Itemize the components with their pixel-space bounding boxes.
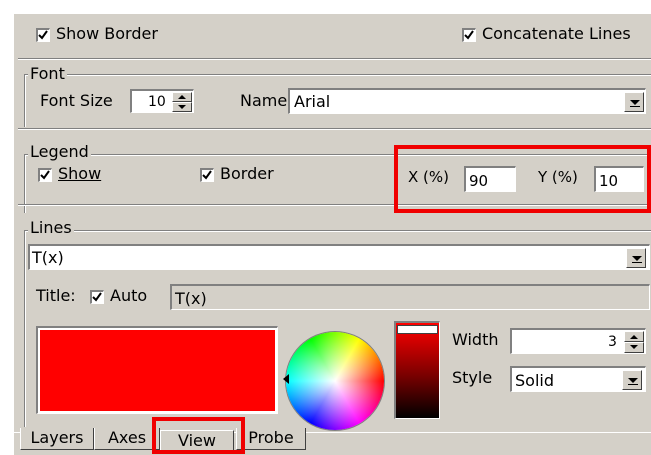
tab-layers-label: Layers xyxy=(30,428,84,447)
legend-show-checkbox[interactable] xyxy=(38,168,52,182)
tab-axes-label: Axes xyxy=(107,428,147,447)
line-style-dropdown-button[interactable] xyxy=(622,370,642,390)
show-border-checkbox[interactable] xyxy=(36,28,50,42)
color-wheel[interactable] xyxy=(283,332,384,430)
legend-border-checkbox[interactable] xyxy=(200,168,214,182)
line-select-dropdown-button[interactable] xyxy=(626,248,646,268)
line-title-input[interactable]: T(x) xyxy=(170,284,650,310)
highlight-legend-position xyxy=(394,145,651,213)
view-settings-panel: Show Border Concatenate Lines Font Font … xyxy=(0,0,651,455)
show-border-label: Show Border xyxy=(56,24,158,43)
concatenate-lines-label: Concatenate Lines xyxy=(482,24,631,43)
line-width-label: Width xyxy=(452,330,499,349)
font-size-up-button[interactable] xyxy=(172,92,192,102)
font-name-dropdown-button[interactable] xyxy=(624,92,644,112)
tab-probe[interactable]: Probe xyxy=(236,428,306,450)
title-auto-checkbox[interactable] xyxy=(90,290,104,304)
line-width-value: 3 xyxy=(608,334,617,350)
legend-group-label: Legend xyxy=(28,142,91,161)
line-color-swatch-frame[interactable] xyxy=(36,326,278,414)
line-select-value: T(x) xyxy=(32,248,64,267)
legend-show-label: Show xyxy=(58,164,102,183)
font-group-label: Font xyxy=(28,64,67,83)
title-auto-label: Auto xyxy=(110,286,148,305)
font-name-label: Name xyxy=(240,91,288,110)
separator xyxy=(18,128,651,130)
concatenate-lines-checkbox[interactable] xyxy=(462,28,476,42)
font-name-value: Arial xyxy=(294,92,331,111)
highlight-view-tab xyxy=(152,417,245,454)
line-style-label: Style xyxy=(452,368,493,387)
tab-axes[interactable]: Axes xyxy=(94,428,160,450)
separator xyxy=(18,58,651,60)
font-name-select[interactable]: Arial xyxy=(288,88,646,114)
font-size-spinner[interactable]: 10 xyxy=(130,89,194,113)
line-width-up-button[interactable] xyxy=(624,331,644,342)
brightness-slider-thumb[interactable] xyxy=(397,325,438,334)
line-title-value: T(x) xyxy=(175,289,207,308)
color-wheel-marker-icon xyxy=(283,374,289,384)
tab-layers[interactable]: Layers xyxy=(20,428,94,450)
dialog-body: Show Border Concatenate Lines Font Font … xyxy=(14,14,651,432)
tab-probe-label: Probe xyxy=(248,428,294,447)
line-width-spinner[interactable]: 3 xyxy=(510,328,646,354)
line-select[interactable]: T(x) xyxy=(28,244,650,270)
legend-border-label: Border xyxy=(220,164,274,183)
line-title-label: Title: xyxy=(36,286,76,305)
line-style-select[interactable]: Solid xyxy=(510,366,646,392)
font-size-label: Font Size xyxy=(40,91,113,110)
line-style-value: Solid xyxy=(515,371,554,390)
font-size-value: 10 xyxy=(148,94,166,110)
font-size-down-button[interactable] xyxy=(172,102,192,112)
brightness-slider[interactable] xyxy=(394,321,440,419)
line-color-swatch[interactable] xyxy=(40,330,275,411)
line-width-down-button[interactable] xyxy=(624,342,644,353)
lines-group-label: Lines xyxy=(28,218,74,237)
